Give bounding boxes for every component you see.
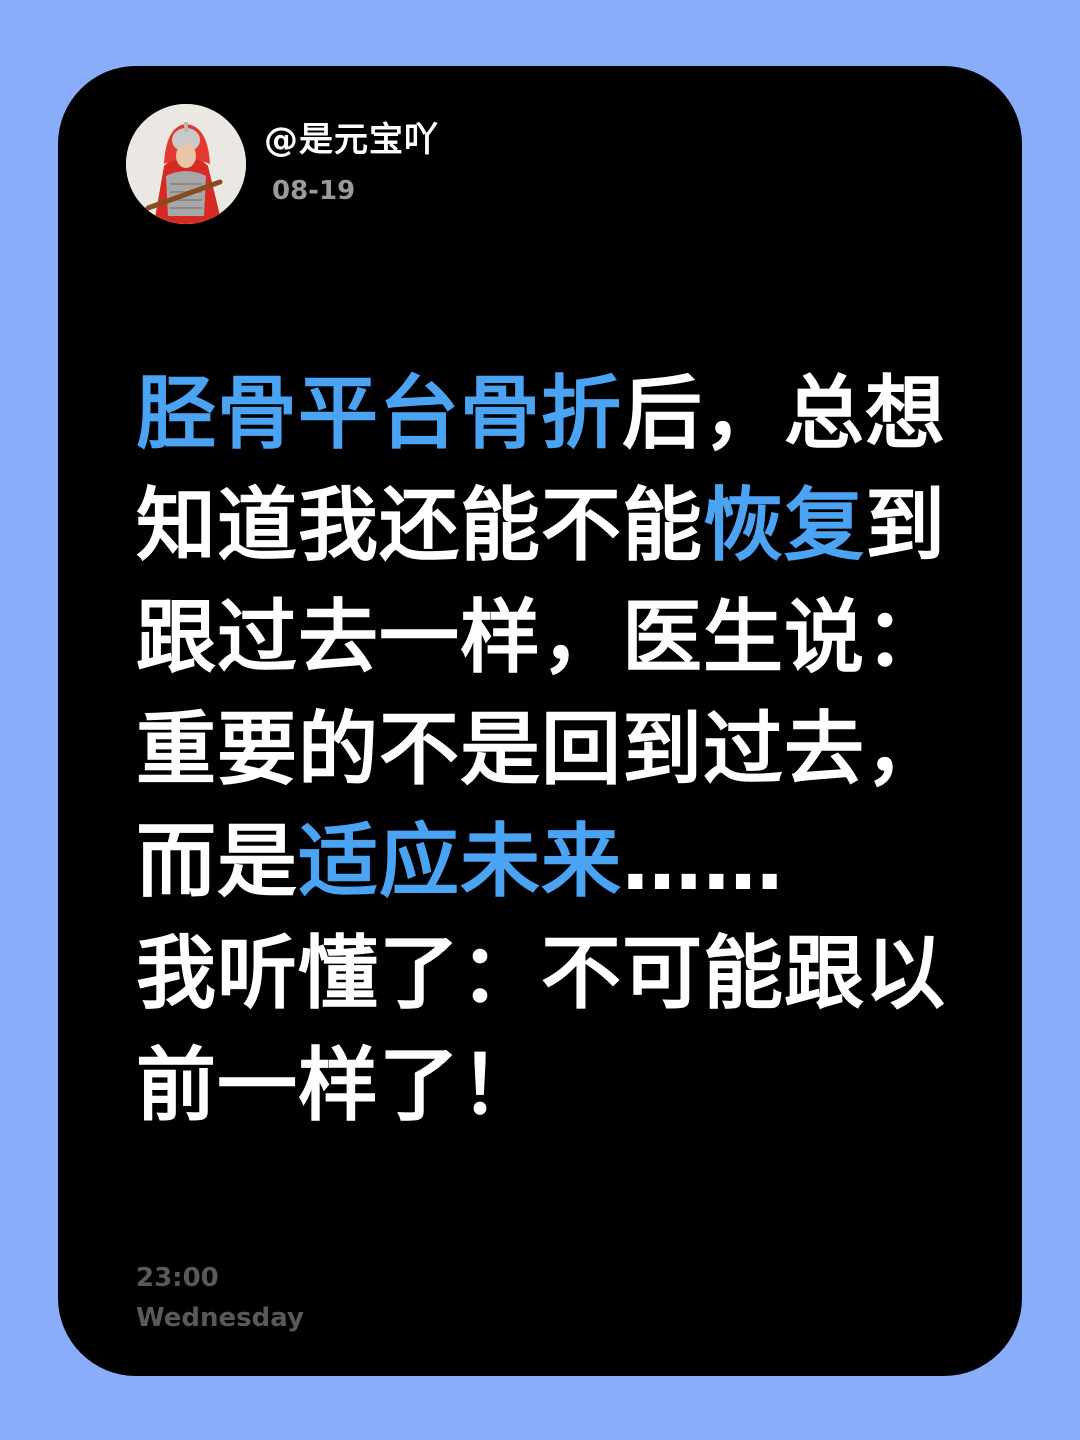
post-highlight-text: 适应未来 [298,815,622,908]
post-card: @是元宝吖 08-19 胫骨平台骨折后，总想知道我还能不能恢复到跟过去一样，医生… [58,66,1022,1376]
post-date: 08-19 [272,176,356,206]
post-text: …… [622,815,784,908]
post-text: 我听懂了：不可能跟以前一样了！ [136,927,946,1132]
username[interactable]: @是元宝吖 [264,112,439,161]
avatar[interactable] [126,104,246,224]
post-time: 23:00 [136,1263,219,1293]
avatar-photo-icon [126,104,246,224]
post-body: 胫骨平台骨折后，总想知道我还能不能恢复到跟过去一样，医生说：重要的不是回到过去，… [136,358,966,1142]
post-highlight-text: 恢复 [703,479,865,572]
post-highlight-text: 胫骨平台骨折 [136,367,622,460]
post-weekday: Wednesday [136,1303,304,1333]
